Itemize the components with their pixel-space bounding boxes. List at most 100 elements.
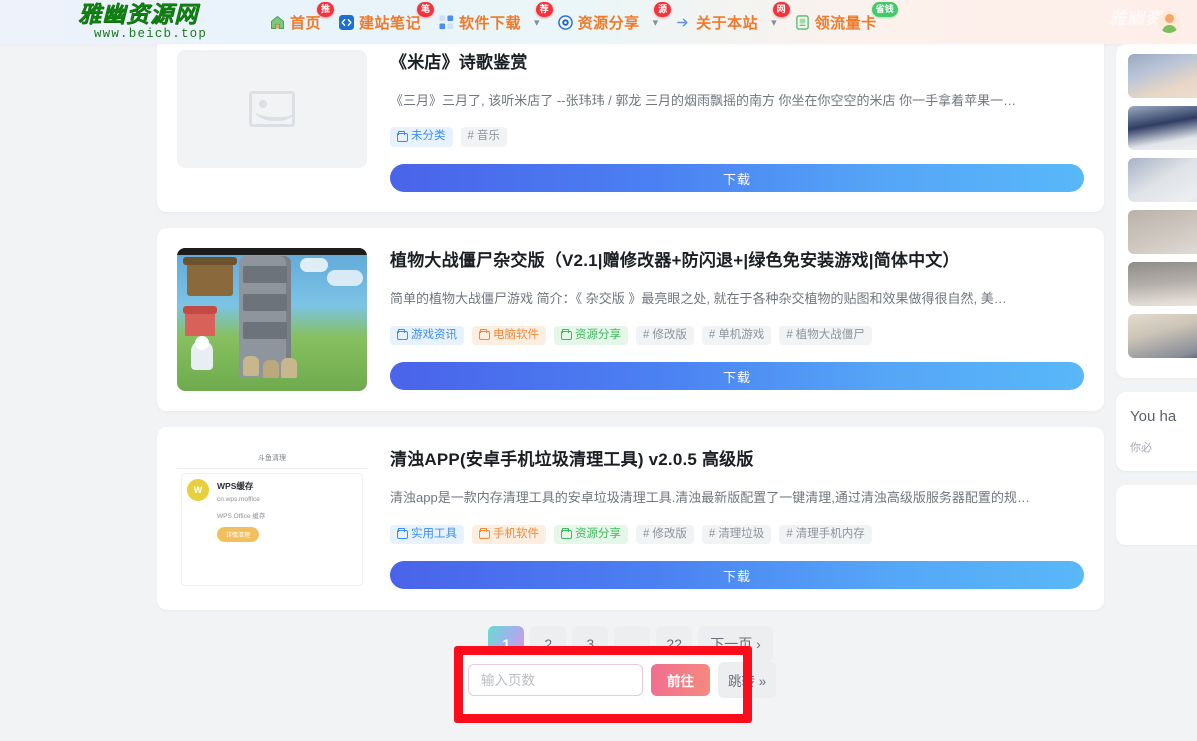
- nav-item-badge: 源: [654, 2, 672, 17]
- post-category-tag[interactable]: 未分类: [390, 127, 453, 148]
- post-body: 清浊APP(安卓手机垃圾清理工具) v2.0.5 高级版清浊app是一款内存清理…: [390, 447, 1084, 590]
- folder-icon: [561, 328, 572, 341]
- tag-label: 音乐: [476, 130, 500, 143]
- category-label: 资源分享: [575, 527, 621, 540]
- simcard-icon: [795, 14, 810, 30]
- sidebar-thumb[interactable]: [1128, 158, 1197, 202]
- post-download-button[interactable]: 下载: [390, 362, 1084, 391]
- post-category-tag[interactable]: 手机软件: [472, 524, 546, 545]
- nav-item-badge: 荐: [535, 2, 553, 17]
- page-skip-button[interactable]: 跳转 »: [718, 662, 777, 698]
- post-hash-tag[interactable]: # 单机游戏: [701, 325, 772, 346]
- post-excerpt: 简单的植物大战僵尸游戏 简介：《 杂交版 》最亮眼之处, 就在于各种杂交植物的贴…: [390, 291, 1007, 307]
- home-icon: [270, 15, 285, 30]
- hash-icon: #: [467, 130, 474, 143]
- post-thumbnail[interactable]: [177, 50, 367, 168]
- folder-icon: [479, 527, 490, 540]
- apps-icon: [439, 14, 454, 30]
- post-tag-list: 实用工具 手机软件 资源分享 # 修改版 # 清理垃圾 # 清理手机内存: [390, 524, 1084, 545]
- header-watermark: 雅幽资: [1109, 9, 1163, 29]
- post-category-tag[interactable]: 游戏资讯: [390, 325, 464, 346]
- nav-item-label: 资源分享: [577, 14, 640, 32]
- folder-icon: [479, 328, 490, 341]
- post-download-button[interactable]: 下载: [390, 164, 1084, 193]
- post-category-tag[interactable]: 实用工具: [390, 524, 464, 545]
- post-card: 斗鱼清理 W WPS缓存 cn.wps.moffice WPS Office 缓存 详情清…: [157, 427, 1104, 611]
- post-thumbnail[interactable]: [177, 248, 367, 392]
- hash-icon: #: [643, 328, 650, 341]
- sidebar-extra-card: [1116, 485, 1197, 545]
- page-jump-go-button[interactable]: 前往: [651, 664, 710, 696]
- category-label: 手机软件: [493, 527, 539, 540]
- post-hash-tag[interactable]: # 修改版: [636, 524, 694, 545]
- category-label: 未分类: [411, 130, 446, 143]
- post-tag-list: 游戏资讯 电脑软件 资源分享 # 修改版 # 单机游戏 # 植物大战僵尸: [390, 325, 1084, 346]
- tag-label: 修改版: [652, 328, 687, 341]
- nav-item-3[interactable]: 软件下载荐 ▾: [439, 0, 553, 44]
- main-nav: 首页推建站笔记笔软件下载荐 ▾ 资源分享源 ▾ 关于本站网 ▾ 领流量卡 省钱: [270, 0, 898, 44]
- nav-item-label: 建站笔记: [359, 14, 422, 32]
- chevron-down-icon[interactable]: ▾: [653, 16, 659, 29]
- post-title[interactable]: 植物大战僵尸杂交版（V2.1|赠修改器+防闪退+|绿色免安装游戏|简体中文）: [390, 250, 1084, 273]
- pagination-page-label: 2: [544, 636, 553, 653]
- nav-item-2[interactable]: 建站笔记笔: [339, 0, 435, 44]
- post-category-tag[interactable]: 资源分享: [554, 325, 628, 346]
- page-root: 雅幽资源网 www.beicb.top 首页推建站笔记笔软件下载荐 ▾ 资源分享源 ▾…: [0, 0, 1197, 741]
- tag-label: 清理手机内存: [795, 527, 865, 540]
- chevron-down-icon[interactable]: ▾: [771, 16, 777, 29]
- pagination-page-label: …: [625, 636, 639, 652]
- info-icon: [676, 15, 691, 30]
- chevron-down-icon[interactable]: ▾: [534, 16, 540, 29]
- tag-label: 单机游戏: [718, 328, 765, 341]
- nav-item-label: 首页: [290, 14, 322, 32]
- page-jump-group: 前往 跳转 »: [468, 662, 777, 698]
- hash-icon: #: [643, 527, 650, 540]
- code-icon: [339, 14, 355, 30]
- sidebar-thumb[interactable]: [1128, 54, 1197, 98]
- sidebar-thumb[interactable]: [1128, 106, 1197, 150]
- pagination-page-label: 1: [502, 636, 511, 653]
- post-category-tag[interactable]: 资源分享: [554, 524, 628, 545]
- image-placeholder-icon: [249, 91, 295, 127]
- sidebar-notice-card: You ha 你必: [1116, 392, 1197, 471]
- folder-icon: [397, 527, 408, 540]
- sidebar-thumb[interactable]: [1128, 262, 1197, 306]
- sidebar-thumb[interactable]: [1128, 314, 1197, 358]
- post-hash-tag[interactable]: # 清理手机内存: [779, 524, 872, 545]
- user-avatar[interactable]: [1158, 11, 1180, 33]
- sidebar-thumb[interactable]: [1128, 210, 1197, 254]
- notice-title-cn: 你必: [1130, 442, 1152, 454]
- post-hash-tag[interactable]: # 植物大战僵尸: [779, 325, 872, 346]
- post-excerpt: 《三月》三月了, 该听米店了 --张玮玮 / 郭龙 三月的烟雨飘摇的南方 你坐在…: [390, 92, 1017, 108]
- nav-item-5[interactable]: 关于本站网 ▾: [676, 0, 790, 44]
- category-label: 电脑软件: [493, 328, 539, 341]
- site-logo[interactable]: 雅幽资源网 www.beicb.top: [78, 3, 228, 41]
- nav-item-1[interactable]: 首页推: [270, 0, 335, 44]
- sidebar-gallery-card: [1116, 44, 1197, 378]
- pagination-page-label: 22: [666, 636, 682, 653]
- post-hash-tag[interactable]: # 修改版: [636, 325, 694, 346]
- hash-icon: #: [786, 328, 793, 341]
- post-category-tag[interactable]: 电脑软件: [472, 325, 546, 346]
- nav-item-4[interactable]: 资源分享源 ▾: [557, 0, 672, 44]
- folder-icon: [397, 328, 408, 341]
- post-title[interactable]: 清浊APP(安卓手机垃圾清理工具) v2.0.5 高级版: [390, 449, 1084, 472]
- logo-text-cn: 雅幽资源网: [78, 1, 198, 29]
- site-header: 雅幽资源网 www.beicb.top 首页推建站笔记笔软件下载荐 ▾ 资源分享源 ▾…: [0, 0, 1197, 44]
- post-hash-tag[interactable]: # 清理垃圾: [701, 524, 772, 545]
- avatar-head-icon: [1164, 14, 1174, 23]
- nav-item-badge: 网: [772, 2, 790, 17]
- post-card: 植物大战僵尸杂交版（V2.1|赠修改器+防闪退+|绿色免安装游戏|简体中文） 简单…: [157, 228, 1104, 412]
- folder-icon: [561, 527, 572, 540]
- post-excerpt: 清浊app是一款内存清理工具的安卓垃圾清理工具.清浊最新版配置了一键清理,通过清…: [390, 490, 1030, 506]
- post-thumbnail[interactable]: 斗鱼清理 W WPS缓存 cn.wps.moffice WPS Office 缓存 详情清…: [177, 447, 367, 591]
- hash-icon: #: [708, 527, 716, 540]
- post-title[interactable]: 《米店》诗歌鉴赏: [390, 52, 1084, 75]
- nav-item-6[interactable]: 领流量卡 省钱: [795, 0, 898, 44]
- post-tag-list: 未分类 # 音乐: [390, 127, 1084, 148]
- avatar-body-icon: [1161, 25, 1177, 33]
- nav-item-badge: 省钱: [871, 2, 898, 17]
- page-jump-input[interactable]: [468, 664, 643, 696]
- post-download-button[interactable]: 下载: [390, 561, 1084, 590]
- post-hash-tag[interactable]: # 音乐: [460, 127, 507, 148]
